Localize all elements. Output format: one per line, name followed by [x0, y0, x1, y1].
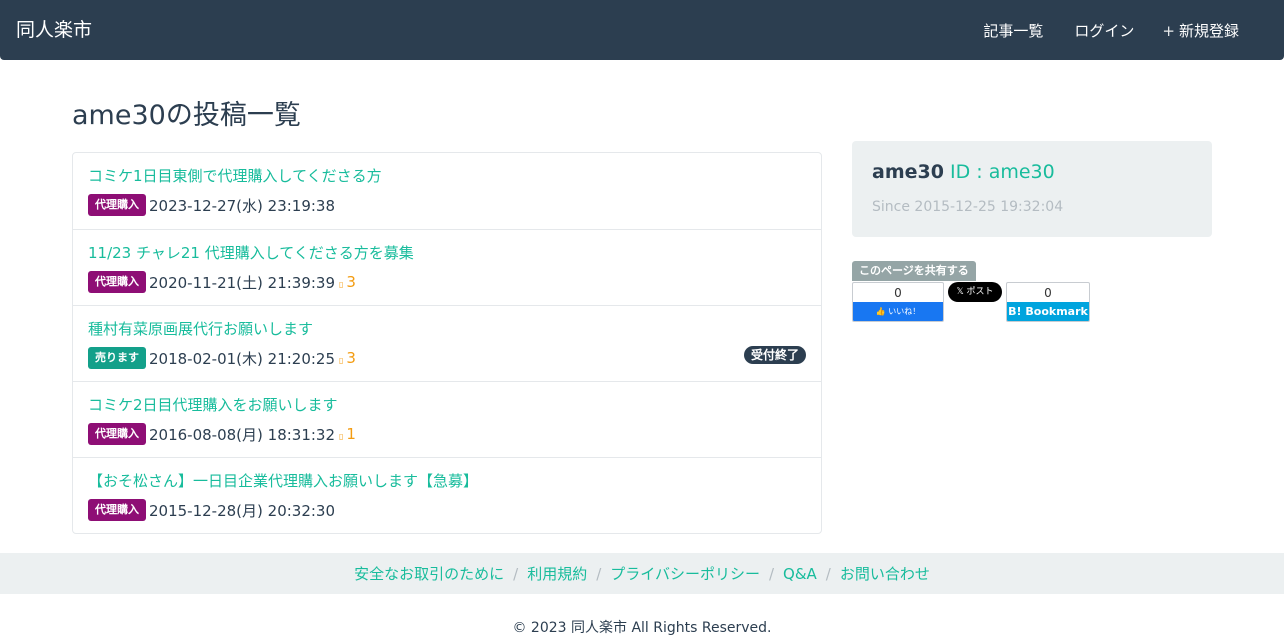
- footer-link-faq[interactable]: Q&A: [783, 565, 817, 583]
- profile-card: ame30 ID : ame30 Since 2015-12-25 19:32:…: [852, 141, 1212, 237]
- post-meta: 代理購入 2015-12-28(月) 20:32:30: [88, 498, 806, 522]
- share-label: このページを共有する: [852, 261, 976, 281]
- nav-article-list-link[interactable]: 記事一覧: [980, 20, 1043, 42]
- site-brand-link[interactable]: 同人楽市: [16, 17, 92, 43]
- post-meta: 代理購入 2016-08-08(月) 18:31:32 ▯ 1: [88, 422, 806, 446]
- plus-icon: +: [1162, 22, 1175, 40]
- category-badge: 代理購入: [88, 194, 146, 216]
- post-title-link[interactable]: コミケ2日目代理購入をお願いします: [88, 393, 806, 417]
- hatena-bookmark-widget[interactable]: 0 B! Bookmark: [1006, 282, 1090, 322]
- post-date: 2020-11-21(土) 21:39:39: [149, 273, 336, 292]
- post-title-link[interactable]: コミケ1日目東側で代理購入してくださる方: [88, 164, 806, 188]
- comment-count: ▯ 3: [339, 349, 356, 367]
- comment-count-value: 3: [346, 273, 356, 291]
- facebook-like-count: 0: [894, 286, 902, 300]
- page-title: ame30の投稿一覧: [72, 100, 301, 131]
- post-meta: 売ります 2018-02-01(木) 21:20:25 ▯ 3: [88, 346, 806, 370]
- post-item: コミケ1日目東側で代理購入してくださる方 代理購入 2023-12-27(水) …: [73, 153, 821, 229]
- post-title-link[interactable]: 種村有菜原画展代行お願いします: [88, 317, 806, 341]
- facebook-like-button[interactable]: 👍 いいね！: [853, 302, 943, 321]
- post-item: 種村有菜原画展代行お願いします 売ります 2018-02-01(木) 21:20…: [73, 305, 821, 381]
- category-badge: 売ります: [88, 347, 146, 369]
- post-meta: 代理購入 2023-12-27(水) 23:19:38: [88, 193, 806, 217]
- footer-separator: /: [825, 564, 831, 583]
- footer-separator: /: [513, 564, 519, 583]
- footer-separator: /: [768, 564, 775, 583]
- post-date: 2018-02-01(木) 21:20:25: [149, 349, 336, 368]
- category-badge: 代理購入: [88, 271, 146, 293]
- hatena-bookmark-count: 0: [1044, 286, 1052, 300]
- nav-login-label: ログイン: [1074, 22, 1135, 40]
- category-badge: 代理購入: [88, 499, 146, 521]
- facebook-like-widget[interactable]: 0 👍 いいね！: [852, 282, 944, 322]
- post-list: コミケ1日目東側で代理購入してくださる方 代理購入 2023-12-27(水) …: [72, 152, 822, 534]
- comment-icon: ▯: [339, 280, 344, 289]
- footer-link-contact[interactable]: お問い合わせ: [840, 563, 930, 584]
- post-meta: 代理購入 2020-11-21(土) 21:39:39 ▯ 3: [88, 270, 806, 294]
- nav-article-list-label: 記事一覧: [983, 22, 1044, 40]
- comment-count-value: 3: [346, 349, 356, 367]
- profile-heading: ame30 ID : ame30: [872, 158, 1192, 188]
- profile-since: Since 2015-12-25 19:32:04: [872, 197, 1192, 217]
- category-badge: 代理購入: [88, 423, 146, 445]
- post-date: 2023-12-27(水) 23:19:38: [149, 196, 336, 215]
- hatena-bookmark-button[interactable]: B! Bookmark: [1007, 302, 1089, 321]
- post-title-link[interactable]: 【おそ松さん】一日目企業代理購入お願いします【急募】: [88, 469, 806, 493]
- comment-icon: ▯: [339, 432, 344, 441]
- post-title-link[interactable]: 11/23 チャレ21 代理購入してくださる方を募集: [88, 241, 806, 265]
- since-text: Since 2015-12-25 19:32:04: [872, 199, 1064, 215]
- comment-count: ▯ 3: [339, 273, 356, 291]
- profile-id: ID : ame30: [950, 161, 1055, 183]
- comment-count: ▯ 1: [339, 425, 356, 443]
- footer-separator: /: [596, 564, 602, 583]
- comment-icon: ▯: [339, 356, 344, 365]
- x-post-button[interactable]: 𝕏 ポスト: [948, 282, 1002, 302]
- footer-links: 安全なお取引のために / 利用規約 / プライバシーポリシー / Q&A / お…: [0, 553, 1284, 594]
- nav-register-label: 新規登録: [1178, 22, 1239, 40]
- footer-link-privacy[interactable]: プライバシーポリシー: [610, 563, 760, 584]
- nav-register-link[interactable]: + 新規登録: [1162, 20, 1239, 42]
- footer-link-terms[interactable]: 利用規約: [527, 563, 587, 584]
- comment-count-value: 1: [346, 425, 356, 443]
- copyright: © 2023 同人楽市 All Rights Reserved.: [512, 620, 772, 636]
- status-badge-closed: 受付終了: [743, 346, 806, 364]
- footer-link-safe-trade[interactable]: 安全なお取引のために: [354, 563, 504, 584]
- nav-links: 記事一覧 ログイン + 新規登録: [980, 20, 1239, 42]
- post-date: 2016-08-08(月) 18:31:32: [149, 425, 336, 444]
- profile-name: ame30: [872, 161, 944, 183]
- post-date: 2015-12-28(月) 20:32:30: [149, 501, 336, 520]
- nav-login-link[interactable]: ログイン: [1071, 20, 1134, 42]
- navbar: 同人楽市 記事一覧 ログイン + 新規登録: [0, 0, 1284, 60]
- post-item: 11/23 チャレ21 代理購入してくださる方を募集 代理購入 2020-11-…: [73, 229, 821, 305]
- post-item: 【おそ松さん】一日目企業代理購入お願いします【急募】 代理購入 2015-12-…: [73, 457, 821, 533]
- post-item: コミケ2日目代理購入をお願いします 代理購入 2016-08-08(月) 18:…: [73, 381, 821, 457]
